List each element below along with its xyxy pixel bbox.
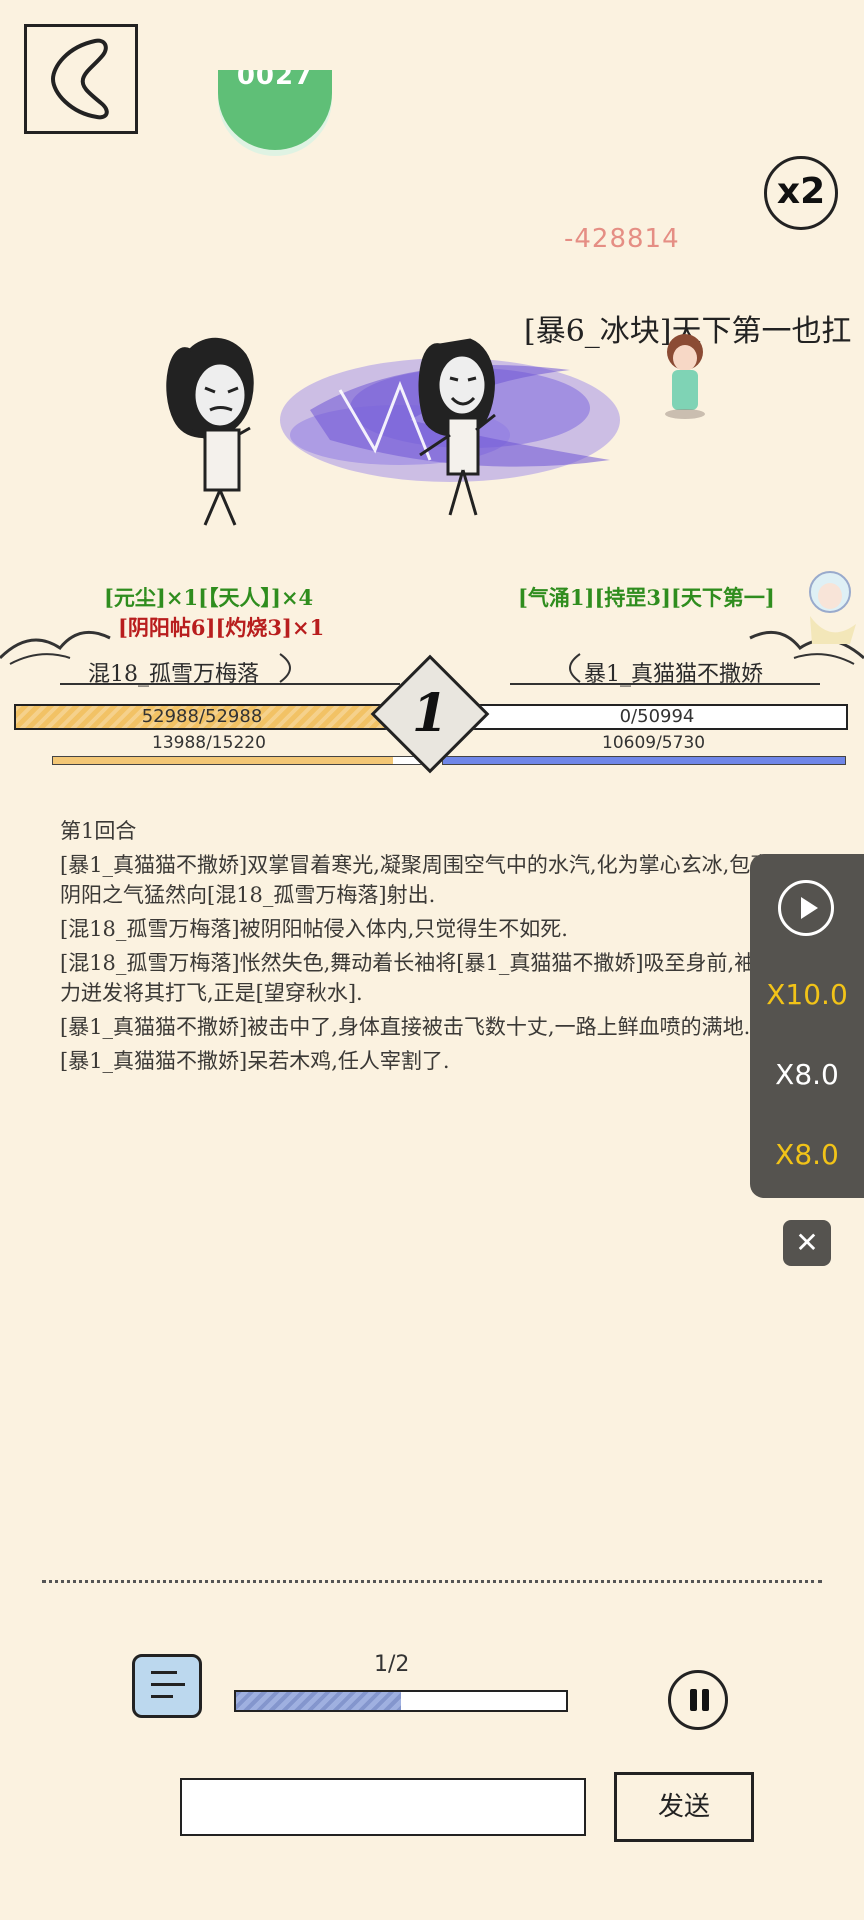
right-mp-text: 10609/5730 [602, 733, 706, 753]
badge-text: 0027 [236, 70, 314, 91]
left-hp-text: 52988/52988 [141, 706, 263, 727]
chat-icon[interactable] [132, 1654, 202, 1718]
progress-label: 1/2 [374, 1652, 410, 1677]
log-entry: [混18_孤雪万梅落]怅然失色,舞动着长袖将[暴1_真猫猫不撒娇]吸至身前,袖中… [60, 951, 798, 1005]
left-player-name: 混18_孤雪万梅落 [88, 662, 259, 687]
left-hp-bar: 52988/52988 [14, 704, 390, 730]
back-button[interactable] [24, 24, 138, 134]
close-icon[interactable]: ✕ [783, 1220, 831, 1266]
back-arrow-icon [51, 38, 109, 120]
left-fighter [166, 337, 254, 526]
log-round-title: 第1回合 [60, 819, 137, 843]
send-button[interactable]: 发送 [614, 1772, 754, 1842]
round-number: 1 [411, 683, 449, 744]
right-player-name: 暴1_真猫猫不撒娇 [584, 662, 763, 687]
pause-icon [690, 1689, 697, 1711]
log-entry: [混18_孤雪万梅落]被阴阳帖侵入体内,只觉得生不如死. [60, 917, 568, 941]
chat-input[interactable] [180, 1778, 586, 1836]
progress-fill [236, 1692, 401, 1710]
log-entry: [暴1_真猫猫不撒娇]双掌冒着寒光,凝聚周围空气中的水汽,化为掌心玄冰,包裹着阴… [60, 853, 793, 907]
right-buffs-line1: [气涌1][持罡3][天下第一] [518, 585, 775, 610]
speed-option-2[interactable]: X8.0 [750, 1058, 864, 1091]
right-mp-bar [442, 756, 846, 765]
right-hp-text: 0/50994 [619, 706, 695, 727]
left-mp-fill [53, 757, 394, 764]
right-hp-bar: 0/50994 [466, 704, 848, 730]
battle-log: 第1回合 [暴1_真猫猫不撒娇]双掌冒着寒光,凝聚周围空气中的水汽,化为掌心玄冰… [60, 816, 800, 1080]
player-badge: 0027 [218, 70, 332, 150]
left-mp-bar [52, 756, 424, 765]
fairy-avatar [809, 571, 856, 644]
progress-bar [234, 1690, 568, 1712]
play-icon[interactable] [778, 880, 834, 936]
battle-scene [166, 334, 705, 526]
pause-button[interactable] [668, 1670, 728, 1730]
pet-companion [665, 334, 705, 419]
damage-popup: -428814 [564, 224, 680, 254]
divider [42, 1580, 822, 1583]
left-buffs-line1: [元尘]×1[【天人】]×4 [104, 585, 314, 610]
speed-toggle-button[interactable]: x2 [764, 156, 838, 230]
speed-option-3[interactable]: X8.0 [750, 1138, 864, 1171]
left-buffs-line2: [阴阳帖6][灼烧3]×1 [118, 615, 325, 640]
log-entry: [暴1_真猫猫不撒娇]呆若木鸡,任人宰割了. [60, 1049, 450, 1073]
right-mp-fill [443, 757, 845, 764]
log-entry: [暴1_真猫猫不撒娇]被击中了,身体直接被击飞数十丈,一路上鲜血喷的满地. [60, 1015, 751, 1039]
speed-panel: X10.0 X8.0 X8.0 [750, 854, 864, 1198]
left-mp-text: 13988/15220 [152, 733, 266, 753]
speed-option-1[interactable]: X10.0 [750, 978, 864, 1011]
